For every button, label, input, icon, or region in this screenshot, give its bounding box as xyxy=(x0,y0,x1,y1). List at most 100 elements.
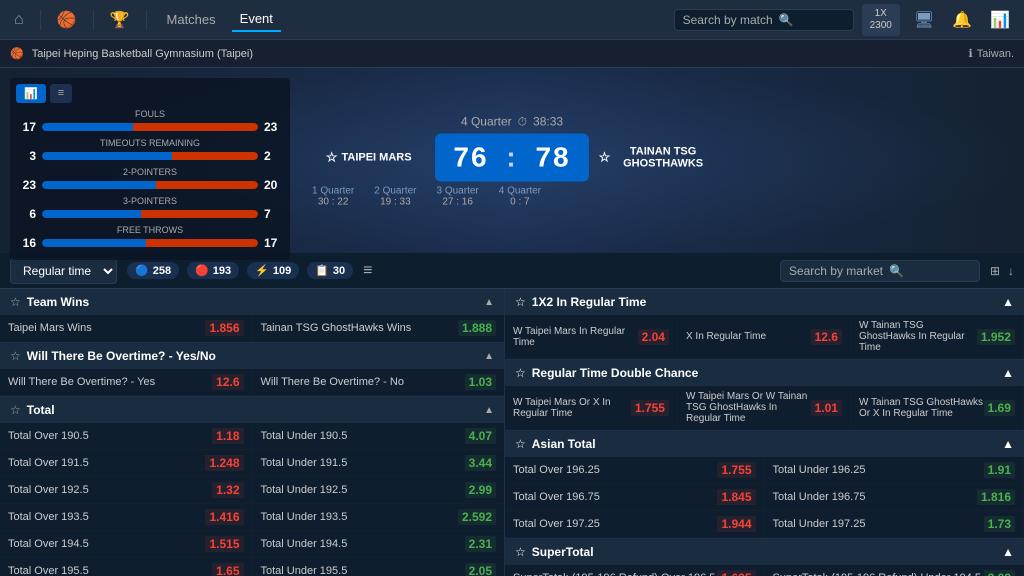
live-count-button[interactable]: 1X2300 xyxy=(862,4,900,36)
q-score-val: 30 : 22 xyxy=(312,196,354,207)
odds-cell-half[interactable]: Total Over 197.251.944 xyxy=(505,511,765,538)
search-by-match[interactable]: Search by match 🔍 xyxy=(674,9,854,31)
monitor-icon[interactable]: 🖥 xyxy=(910,6,938,34)
odds-label: Tainan TSG GhostHawks Wins xyxy=(261,322,412,334)
odds-cell[interactable]: Total Under 193.52.592 xyxy=(253,504,505,530)
odds-cell[interactable]: Total Under 192.52.99 xyxy=(253,477,505,503)
collapse-arrow[interactable]: ▲ xyxy=(1002,545,1014,559)
odds-value: 2.05 xyxy=(465,563,496,576)
market-star[interactable]: ☆ xyxy=(10,295,21,309)
odds-cell[interactable]: Total Under 194.52.31 xyxy=(253,531,505,557)
market-section-header[interactable]: ☆Team Wins▲ xyxy=(0,289,504,315)
market-search[interactable]: Search by market 🔍 xyxy=(780,260,980,282)
odds-value: 1.91 xyxy=(984,462,1015,478)
market-star[interactable]: ☆ xyxy=(515,295,526,309)
odds-cell[interactable]: Total Under 191.53.44 xyxy=(253,450,505,476)
odds-cell[interactable]: Will There Be Overtime? - No1.03 xyxy=(253,369,505,395)
stats-panel: 📊 ≡ FOULS 17 23 TIMEOUTS REMAINING 3 2 2… xyxy=(10,78,290,260)
bell-icon[interactable]: 🔔 xyxy=(948,6,976,34)
q-label: 1 Quarter xyxy=(312,185,354,196)
team-left-star[interactable]: ☆ xyxy=(326,149,338,165)
team-left-label: TAIPEI MARS xyxy=(341,151,411,163)
odds-cell[interactable]: Total Over 193.51.416 xyxy=(0,504,253,530)
right-market-section-header[interactable]: ☆Asian Total▲ xyxy=(505,431,1024,457)
odds-cell[interactable]: Will There Be Overtime? - Yes12.6 xyxy=(0,369,253,395)
menu-icon[interactable]: ≡ xyxy=(363,262,372,280)
odds-cell-3[interactable]: W Taipei Mars Or W Tainan TSG GhostHawks… xyxy=(678,386,851,430)
collapse-arrow[interactable]: ▲ xyxy=(1002,295,1014,309)
odds-cell-half[interactable]: Total Over 196.751.845 xyxy=(505,484,765,511)
badge-count: 193 xyxy=(213,265,231,277)
badge-icon: 🔴 xyxy=(195,264,209,277)
bar-container xyxy=(42,152,258,160)
collapse-arrow[interactable]: ▲ xyxy=(484,351,494,362)
odds-cell[interactable]: Taipei Mars Wins1.856 xyxy=(0,315,253,341)
odds-cell[interactable]: Total Over 191.51.248 xyxy=(0,450,253,476)
chart-icon[interactable]: 📊 xyxy=(986,6,1014,34)
market-section-header[interactable]: ☆ Total ▲ xyxy=(0,397,504,423)
odds-cell-3[interactable]: W Tainan TSG GhostHawks In Regular Time1… xyxy=(851,315,1024,359)
collapse-arrow[interactable]: ▲ xyxy=(1002,366,1014,380)
odds-cell[interactable]: Total Under 190.54.07 xyxy=(253,423,505,449)
odds-cell-half[interactable]: Total Under 196.751.816 xyxy=(765,484,1024,511)
odds-cell-3[interactable]: W Taipei Mars Or X In Regular Time1.755 xyxy=(505,386,678,430)
stats-tab-list[interactable]: ≡ xyxy=(50,84,72,103)
market-star[interactable]: ☆ xyxy=(515,437,526,451)
odds-value: 2.04 xyxy=(638,329,669,345)
collapse-arrow[interactable]: ▲ xyxy=(1002,437,1014,451)
right-market-section-header[interactable]: ☆1X2 In Regular Time▲ xyxy=(505,289,1024,315)
odds-cell[interactable]: Total Over 190.51.18 xyxy=(0,423,253,449)
list-icon[interactable]: ↓ xyxy=(1008,264,1014,278)
odds-cell-3[interactable]: W Tainan TSG GhostHawks Or X In Regular … xyxy=(851,386,1024,430)
odds-cell[interactable]: Total Over 194.51.515 xyxy=(0,531,253,557)
stat-val-left: 6 xyxy=(16,207,36,221)
odds-label: Will There Be Overtime? - No xyxy=(261,376,404,388)
odds-value: 1.952 xyxy=(977,329,1015,345)
tab-event[interactable]: Event xyxy=(232,7,281,32)
tab-matches[interactable]: Matches xyxy=(159,8,224,31)
period-select[interactable]: Regular time xyxy=(10,258,117,284)
trophy-icon[interactable]: 🏆 xyxy=(106,6,134,34)
odds-label: Total Under 194.5 xyxy=(261,538,348,550)
quarter-info: 4 Quarter ⏱ 38:33 xyxy=(312,114,712,129)
odds-value: 4.07 xyxy=(465,428,496,444)
odds-cell[interactable]: Total Over 195.51.65 xyxy=(0,558,253,576)
right-market-section-header[interactable]: ☆SuperTotal▲ xyxy=(505,539,1024,565)
stats-tab-chart[interactable]: 📊 xyxy=(16,84,46,103)
market-badge[interactable]: 📋30 xyxy=(307,262,353,279)
market-badge[interactable]: 🔵258 xyxy=(127,262,179,279)
odds-label: Will There Be Overtime? - Yes xyxy=(8,376,155,388)
odds-cell[interactable]: Tainan TSG GhostHawks Wins 1.888 xyxy=(253,315,505,341)
odds-value: 1.888 xyxy=(458,320,496,336)
market-section-header[interactable]: ☆Will There Be Overtime? - Yes/No▲ xyxy=(0,343,504,369)
market-title: Total xyxy=(27,403,478,417)
odds-cell-half[interactable]: Total Under 197.251.73 xyxy=(765,511,1024,538)
team-left-name: ☆ TAIPEI MARS xyxy=(326,149,412,165)
odds-row-2: Total Over 196.251.755Total Under 196.25… xyxy=(505,457,1024,484)
odds-cell[interactable]: Total Over 192.51.32 xyxy=(0,477,253,503)
market-star[interactable]: ☆ xyxy=(515,366,526,380)
odds-cell-half[interactable]: SuperTotal: (195-196 Refund) Over 196.51… xyxy=(505,565,765,576)
stat-val-left: 16 xyxy=(16,236,36,250)
badge-count: 258 xyxy=(153,265,171,277)
stat-val-right: 17 xyxy=(264,236,284,250)
odds-cell-3[interactable]: W Taipei Mars In Regular Time2.04 xyxy=(505,315,678,359)
right-market-section-header[interactable]: ☆Regular Time Double Chance▲ xyxy=(505,360,1024,386)
market-badge[interactable]: 🔴 193 xyxy=(187,262,239,279)
odds-value: 1.248 xyxy=(205,455,243,471)
collapse-arrow[interactable]: ▲ xyxy=(484,405,494,416)
odds-cell-half[interactable]: SuperTotal: (195-196 Refund) Under 194.5… xyxy=(765,565,1024,576)
home-icon[interactable]: ⌂ xyxy=(10,7,28,33)
market-star[interactable]: ☆ xyxy=(10,349,21,363)
odds-cell-3[interactable]: X In Regular Time12.6 xyxy=(678,315,851,359)
team-right-star[interactable]: ☆ xyxy=(599,149,611,165)
grid-icon[interactable]: ⊞ xyxy=(990,264,1000,278)
market-star[interactable]: ☆ xyxy=(10,403,21,417)
market-star[interactable]: ☆ xyxy=(515,545,526,559)
odds-cell[interactable]: Total Under 195.52.05 xyxy=(253,558,505,576)
odds-cell-half[interactable]: Total Over 196.251.755 xyxy=(505,457,765,484)
market-badge[interactable]: ⚡109 xyxy=(247,262,299,279)
odds-cell-half[interactable]: Total Under 196.251.91 xyxy=(765,457,1024,484)
basketball-icon[interactable]: 🏀 xyxy=(53,6,81,34)
collapse-arrow[interactable]: ▲ xyxy=(484,297,494,308)
